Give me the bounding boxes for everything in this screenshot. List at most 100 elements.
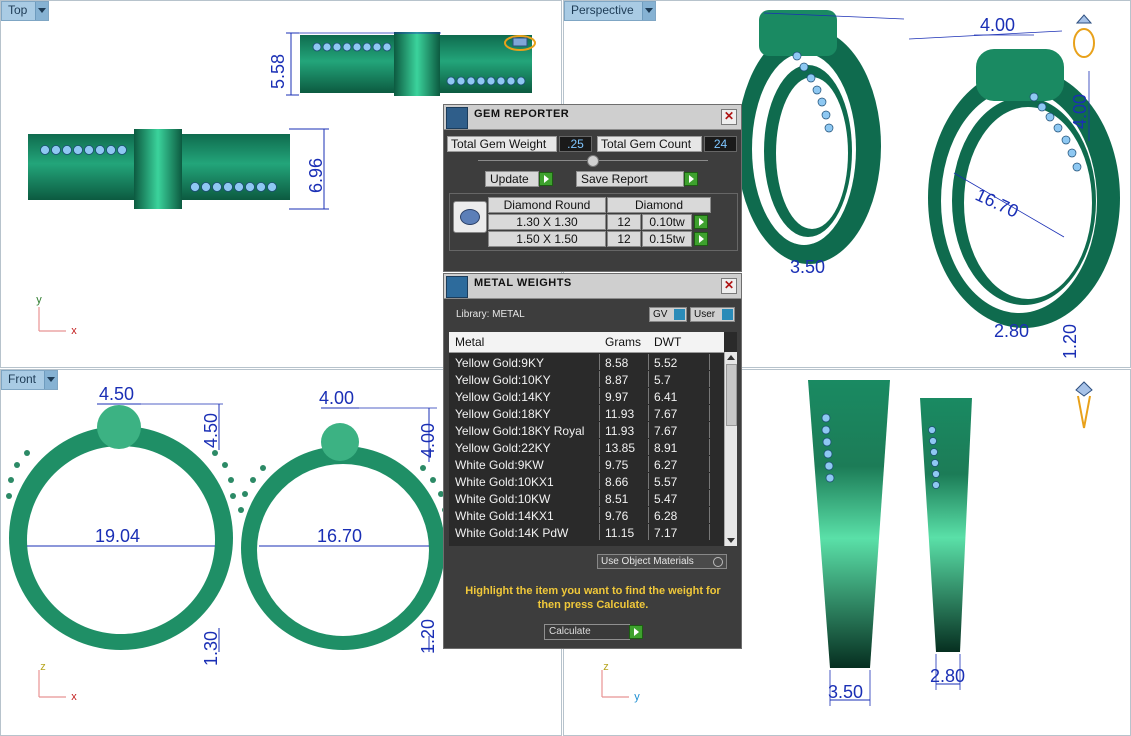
diamond-round-icon [453, 201, 487, 233]
close-icon[interactable]: ✕ [721, 278, 737, 294]
update-play-icon[interactable] [539, 172, 553, 186]
save-report-button[interactable]: Save Report [576, 171, 684, 187]
metal-row[interactable]: White Gold:14KX1 9.76 6.28 [449, 507, 724, 523]
ring-head-small [394, 32, 440, 96]
total-gem-count-value: 24 [704, 136, 737, 152]
calculate-play-icon[interactable] [629, 625, 643, 639]
column-header[interactable]: DWT [654, 335, 681, 349]
axis-label: x [71, 325, 77, 337]
close-icon[interactable]: ✕ [721, 109, 737, 125]
metal-name: White Gold:14KX1 [455, 509, 554, 523]
chevron-down-icon[interactable] [35, 2, 49, 20]
viewport-label: Front [8, 372, 37, 386]
update-button[interactable]: Update [485, 171, 539, 187]
metal-row[interactable]: Yellow Gold:14KY 9.97 6.41 [449, 388, 724, 404]
ring-head-large [134, 129, 182, 209]
shank-small [920, 398, 972, 652]
slider-handle[interactable] [587, 155, 599, 167]
library-label: Library: METAL [456, 309, 525, 320]
metal-row[interactable]: Yellow Gold:18KY Royal 11.93 7.67 [449, 422, 724, 438]
metal-grams: 13.85 [605, 441, 636, 455]
gem-size[interactable]: 1.50 X 1.50 [488, 231, 606, 247]
axis-label: y [634, 691, 640, 703]
scroll-down-icon[interactable] [727, 538, 735, 543]
dimension-label: 6.96 [306, 158, 326, 193]
metal-grams: 11.93 [605, 407, 635, 421]
dimension-label: 4.50 [99, 384, 134, 404]
metal-name: Yellow Gold:9KY [455, 356, 544, 370]
dimension-label: 1.20 [418, 619, 438, 654]
gem-reporter-icon [446, 107, 468, 129]
save-report-play-icon[interactable] [684, 172, 698, 186]
dimension-label: 4.50 [201, 413, 221, 448]
metal-grams: 9.75 [605, 458, 629, 472]
metal-row[interactable]: Yellow Gold:18KY 11.93 7.67 [449, 405, 724, 421]
metal-dwt: 6.41 [654, 390, 678, 404]
user-toggle[interactable]: User [690, 307, 735, 322]
metal-grams: 11.15 [605, 526, 635, 540]
metal-grams: 9.97 [605, 390, 629, 404]
viewport-front-tab[interactable]: Front [1, 370, 59, 390]
metal-name: White Gold:10KX1 [455, 475, 554, 489]
scroll-thumb[interactable] [726, 364, 737, 426]
axis-gizmo: z x [38, 661, 77, 703]
scale-icon [446, 276, 468, 298]
chevron-down-icon[interactable] [641, 2, 655, 20]
metal-name: Yellow Gold:18KY Royal [455, 424, 585, 438]
metal-row[interactable]: White Gold:9KW 9.75 6.27 [449, 456, 724, 472]
metal-name: Yellow Gold:14KY [455, 390, 551, 404]
axis-gizmo: y x [36, 294, 77, 337]
viewport-top-tab[interactable]: Top [1, 1, 50, 21]
metal-row[interactable]: Yellow Gold:22KY 13.85 8.91 [449, 439, 724, 455]
gem-row-play-icon[interactable] [694, 215, 708, 229]
column-header[interactable]: Grams [605, 335, 641, 349]
metal-row[interactable]: White Gold:14K PdW 11.15 7.17 [449, 524, 724, 540]
viewport-perspective-tab[interactable]: Perspective [564, 1, 656, 21]
metal-dwt: 5.47 [654, 492, 678, 506]
gv-toggle[interactable]: GV [649, 307, 687, 322]
metal-row[interactable]: Yellow Gold:10KY 8.87 5.7 [449, 371, 724, 387]
metal-grams: 9.76 [605, 509, 629, 523]
ring-head [759, 10, 837, 56]
axis-label: z [603, 661, 609, 673]
metal-table-scrollbar[interactable] [724, 352, 737, 546]
metal-dwt: 5.7 [654, 373, 671, 387]
metal-dwt: 6.27 [654, 458, 678, 472]
metal-table[interactable]: Metal Grams DWT Yellow Gold:9KY 8.58 5.52 Y… [449, 332, 737, 546]
dimension-label: 1.30 [201, 631, 221, 666]
gem-reporter-panel: GEM REPORTER ✕ Total Gem Weight .25 Tota… [443, 104, 742, 272]
metal-name: Yellow Gold:10KY [455, 373, 551, 387]
gem-count: 12 [607, 231, 641, 247]
metal-dwt: 6.28 [654, 509, 678, 523]
calculate-button[interactable]: Calculate [544, 624, 630, 640]
scroll-up-icon[interactable] [727, 355, 735, 360]
metal-weights-panel: METAL WEIGHTS ✕ Library: METAL GV User M… [443, 273, 742, 649]
axis-label: y [36, 294, 42, 306]
metal-grams: 8.51 [605, 492, 629, 506]
gem-shape-header: Diamond Round [488, 197, 606, 213]
use-object-materials-toggle[interactable]: Use Object Materials [597, 554, 727, 569]
chevron-down-icon[interactable] [44, 371, 58, 389]
panel-title: GEM REPORTER [474, 108, 570, 120]
dimension-label: 19.04 [95, 526, 140, 546]
total-gem-weight-label: Total Gem Weight [447, 136, 557, 152]
column-header[interactable]: Metal [455, 335, 484, 349]
gem-size[interactable]: 1.30 X 1.30 [488, 214, 606, 230]
user-label: User [694, 309, 716, 320]
gem-row-play-icon[interactable] [694, 232, 708, 246]
metal-grams: 11.93 [605, 424, 635, 438]
dimension-label: 5.58 [268, 54, 288, 89]
metal-name: White Gold:10KW [455, 492, 551, 506]
metal-table-header: Metal Grams DWT [449, 332, 724, 353]
gem-reporter-titlebar[interactable]: GEM REPORTER ✕ [444, 105, 741, 130]
dimension-label: 4.00 [319, 388, 354, 408]
center-stone [97, 405, 141, 449]
toggle-indicator-icon [722, 309, 733, 320]
metal-weights-titlebar[interactable]: METAL WEIGHTS ✕ [444, 274, 741, 299]
metal-row[interactable]: White Gold:10KX1 8.66 5.57 [449, 473, 724, 489]
metal-row[interactable]: White Gold:10KW 8.51 5.47 [449, 490, 724, 506]
metal-row[interactable]: Yellow Gold:9KY 8.58 5.52 [449, 354, 724, 370]
calculate-hint: Highlight the item you want to find the … [465, 585, 721, 611]
dimension-label: 2.80 [930, 666, 965, 686]
panel-title: METAL WEIGHTS [474, 277, 572, 289]
